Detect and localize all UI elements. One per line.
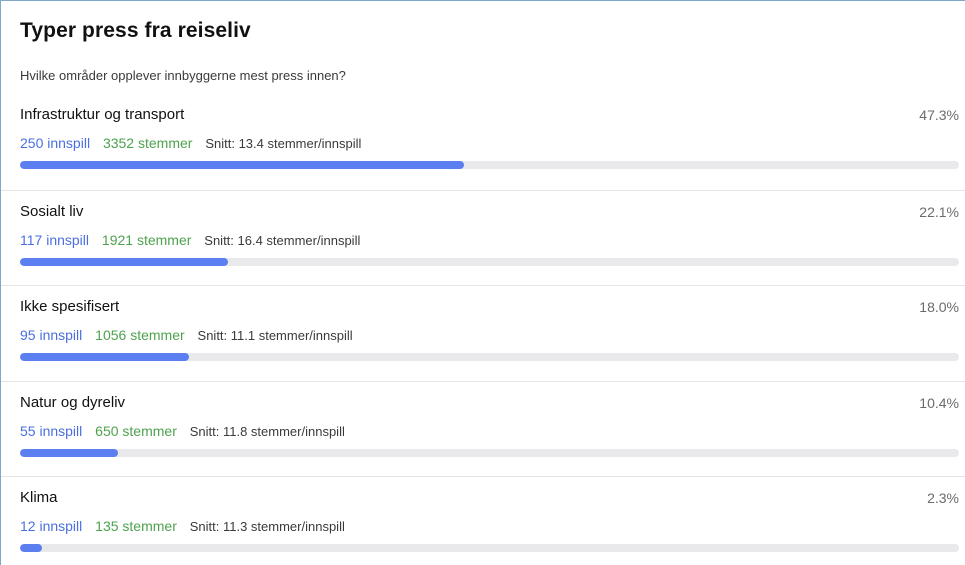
innspill-count: 12 innspill xyxy=(20,518,83,534)
stemmer-count: 135 stemmer xyxy=(95,518,177,534)
category-percent: 47.3% xyxy=(919,107,959,123)
category-stats: 95 innspill 1056 stemmer Snitt: 11.1 ste… xyxy=(20,327,353,343)
category-name: Ikke spesifisert xyxy=(20,298,120,315)
progress-track xyxy=(20,353,959,361)
innspill-count: 117 innspill xyxy=(20,231,90,248)
category-percent: 22.1% xyxy=(919,203,959,220)
innspill-count: 55 innspill xyxy=(20,422,83,439)
category-percent: 18.0% xyxy=(919,299,959,315)
snitt-average: Snitt: 11.8 stemmer/innspill xyxy=(189,423,345,439)
innspill-count: 95 innspill xyxy=(20,327,83,343)
category-stats: 250 innspill 3352 stemmer Snitt: 13.4 st… xyxy=(20,135,361,151)
progress-track xyxy=(20,544,959,552)
category-stats: 117 innspill 1921 stemmer Snitt: 16.4 st… xyxy=(20,232,360,248)
stemmer-count: 1056 stemmer xyxy=(95,327,185,343)
category-percent: 2.3% xyxy=(927,490,959,506)
progress-fill xyxy=(20,257,228,266)
progress-track xyxy=(20,161,959,169)
category-row-natur-og-dyreliv: Natur og dyreliv 10.4% 55 innspill 650 s… xyxy=(1,380,965,477)
progress-fill xyxy=(20,161,465,169)
panel-title: Typer press fra reiseliv xyxy=(20,19,251,42)
panel-subtitle: Hvilke områder opplever innbyggerne mest… xyxy=(20,68,346,83)
stemmer-count: 650 stemmer xyxy=(95,422,177,439)
innspill-count: 250 innspill xyxy=(20,135,91,151)
snitt-average: Snitt: 11.3 stemmer/innspill xyxy=(189,519,345,534)
stemmer-count: 3352 stemmer xyxy=(102,135,193,151)
category-name: Klima xyxy=(20,489,58,506)
progress-track xyxy=(20,257,959,266)
progress-track xyxy=(20,448,959,457)
category-row-infrastruktur: Infrastruktur og transport 47.3% 250 inn… xyxy=(1,94,965,190)
press-types-panel: Typer press fra reiseliv Hvilke områder … xyxy=(0,0,965,565)
category-name: Sosialt liv xyxy=(20,202,84,220)
snitt-average: Snitt: 11.1 stemmer/innspill xyxy=(197,328,353,343)
category-stats: 12 innspill 135 stemmer Snitt: 11.3 stem… xyxy=(20,518,345,534)
snitt-average: Snitt: 16.4 stemmer/innspill xyxy=(204,232,361,248)
category-stats: 55 innspill 650 stemmer Snitt: 11.8 stem… xyxy=(20,423,345,439)
category-name: Natur og dyreliv xyxy=(20,393,126,411)
category-name: Infrastruktur og transport xyxy=(20,106,185,123)
category-list: Infrastruktur og transport 47.3% 250 inn… xyxy=(1,94,965,565)
category-percent: 10.4% xyxy=(919,394,959,411)
progress-fill xyxy=(20,544,42,552)
progress-fill xyxy=(20,353,190,361)
stemmer-count: 1921 stemmer xyxy=(101,231,192,248)
category-row-klima: Klima 2.3% 12 innspill 135 stemmer Snitt… xyxy=(1,476,965,565)
category-row-sosialt-liv: Sosialt liv 22.1% 117 innspill 1921 stem… xyxy=(1,189,965,286)
category-row-ikke-spesifisert: Ikke spesifisert 18.0% 95 innspill 1056 … xyxy=(1,285,965,381)
progress-fill xyxy=(20,448,118,457)
snitt-average: Snitt: 13.4 stemmer/innspill xyxy=(205,136,362,151)
